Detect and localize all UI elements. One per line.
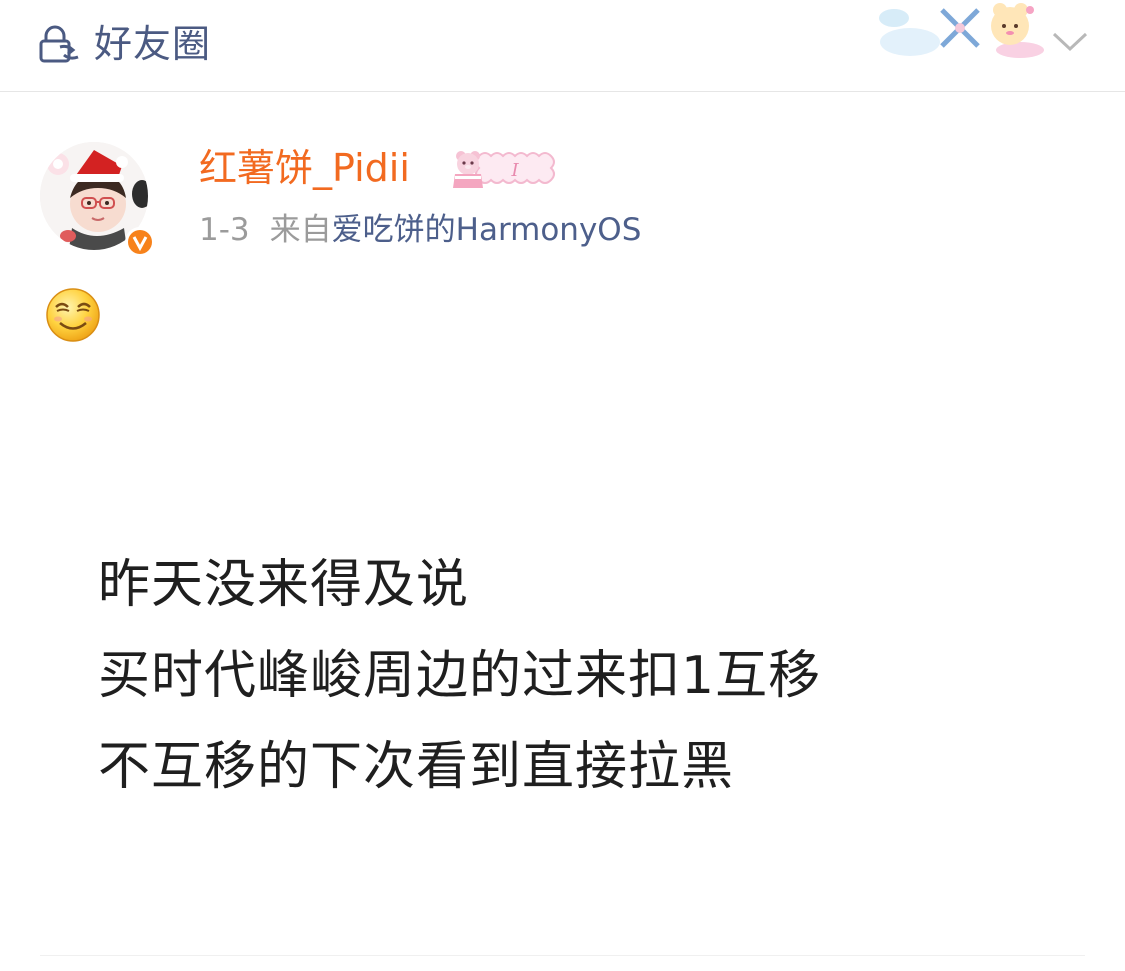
bear-badge-icon[interactable]: I (443, 146, 559, 190)
post-source-device[interactable]: 爱吃饼的HarmonyOS (332, 212, 642, 248)
post-date: 1-3 (199, 212, 250, 248)
smile-emoji-icon (44, 286, 102, 344)
post-source-prefix: 来自 (269, 212, 332, 248)
decoration-sticker-icon (870, 2, 1050, 60)
chevron-down-icon[interactable] (1050, 30, 1090, 54)
post-content: 昨天没来得及说 买时代峰峻周边的过来扣1互移 不互移的下次看到直接拉黑 (98, 540, 1078, 813)
post-line: 买时代峰峻周边的过来扣1互移 (98, 646, 822, 706)
page-title[interactable]: 好友圈 (94, 22, 211, 66)
top-bar: 好友圈 (0, 0, 1125, 92)
post-meta: 1-3 来自爱吃饼的HarmonyOS (199, 210, 641, 250)
post-line: 昨天没来得及说 (98, 555, 470, 615)
author-name[interactable]: 红薯饼_Pidii (199, 145, 410, 191)
avatar[interactable] (38, 140, 155, 257)
divider (40, 955, 1085, 956)
post-line: 不互移的下次看到直接拉黑 (98, 737, 735, 797)
friends-lock-icon (38, 25, 80, 63)
svg-text:I: I (510, 160, 519, 181)
